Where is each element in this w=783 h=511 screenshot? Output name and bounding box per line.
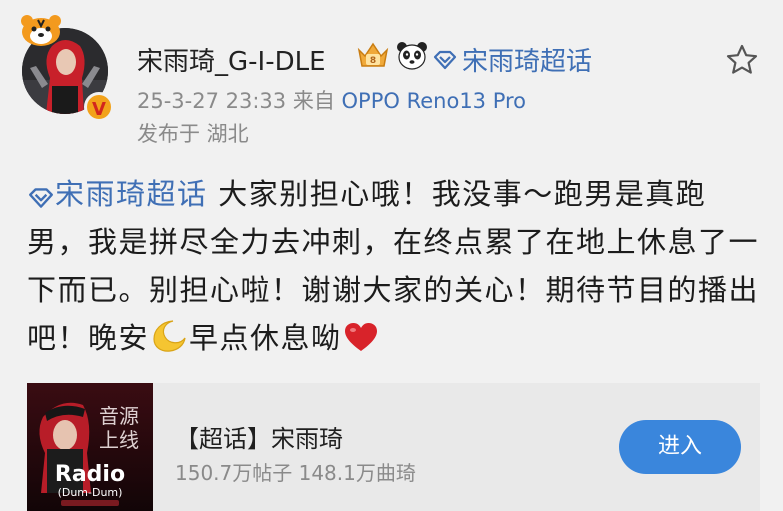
avatar-wrap[interactable]: V — [18, 14, 114, 122]
post-timestamp[interactable]: 25-3-27 23:33 — [137, 89, 286, 113]
card-title[interactable]: 【超话】宋雨琦 — [175, 419, 343, 454]
post-text-part2: 早点休息呦 — [189, 321, 342, 355]
user-badges: 8 — [356, 40, 428, 70]
panda-icon[interactable] — [396, 40, 428, 70]
card-thumbnail[interactable]: 音源 上线 Radio (Dum-Dum) — [27, 383, 153, 511]
post-location: 发布于 湖北 — [137, 122, 249, 146]
inline-topic-link[interactable]: 宋雨琦超话 — [27, 177, 208, 211]
source-prefix: 来自 — [292, 89, 335, 113]
post-body: 宋雨琦超话 大家别担心哦！我没事～跑男是真跑男，我是拼尽全力去冲刺，在终点累了在… — [27, 170, 762, 362]
thumb-title-line1: 音源 — [99, 404, 139, 428]
user-name[interactable]: 宋雨琦_G-I-DLE — [137, 41, 326, 78]
post-header: V 宋雨琦_G-I-DLE 8 宋雨琦超话 25-3-27 23:33 来自 O… — [0, 0, 783, 160]
thumb-radio: Radio — [55, 462, 125, 487]
moon-emoji-icon — [153, 320, 186, 352]
thumb-sub: (Dum-Dum) — [58, 486, 123, 499]
svg-text:8: 8 — [370, 56, 376, 66]
star-icon[interactable] — [724, 42, 760, 78]
enter-button[interactable]: 进入 — [619, 420, 741, 474]
card-thumbnail-image: 音源 上线 Radio (Dum-Dum) — [27, 383, 153, 511]
device-link[interactable]: OPPO Reno13 Pro — [342, 89, 527, 113]
heart-emoji-icon — [344, 323, 377, 351]
crown-level-icon[interactable]: 8 — [356, 40, 390, 70]
thumb-title-line2: 上线 — [99, 428, 139, 452]
post-meta: 25-3-27 23:33 来自 OPPO Reno13 Pro — [137, 85, 526, 115]
tiger-badge-icon — [21, 15, 61, 46]
topic-link[interactable]: 宋雨琦超话 — [432, 41, 592, 78]
super-topic-card[interactable]: 音源 上线 Radio (Dum-Dum) 【超话】宋雨琦 150.7万帖子 1… — [27, 383, 760, 511]
diamond-topic-icon — [433, 50, 457, 69]
topic-link-label: 宋雨琦超话 — [462, 47, 593, 77]
diamond-topic-icon — [29, 188, 53, 208]
verified-v-icon: V — [84, 92, 114, 122]
card-stats: 150.7万帖子 148.1万曲琦 — [175, 461, 416, 485]
inline-topic-label: 宋雨琦超话 — [55, 177, 208, 211]
